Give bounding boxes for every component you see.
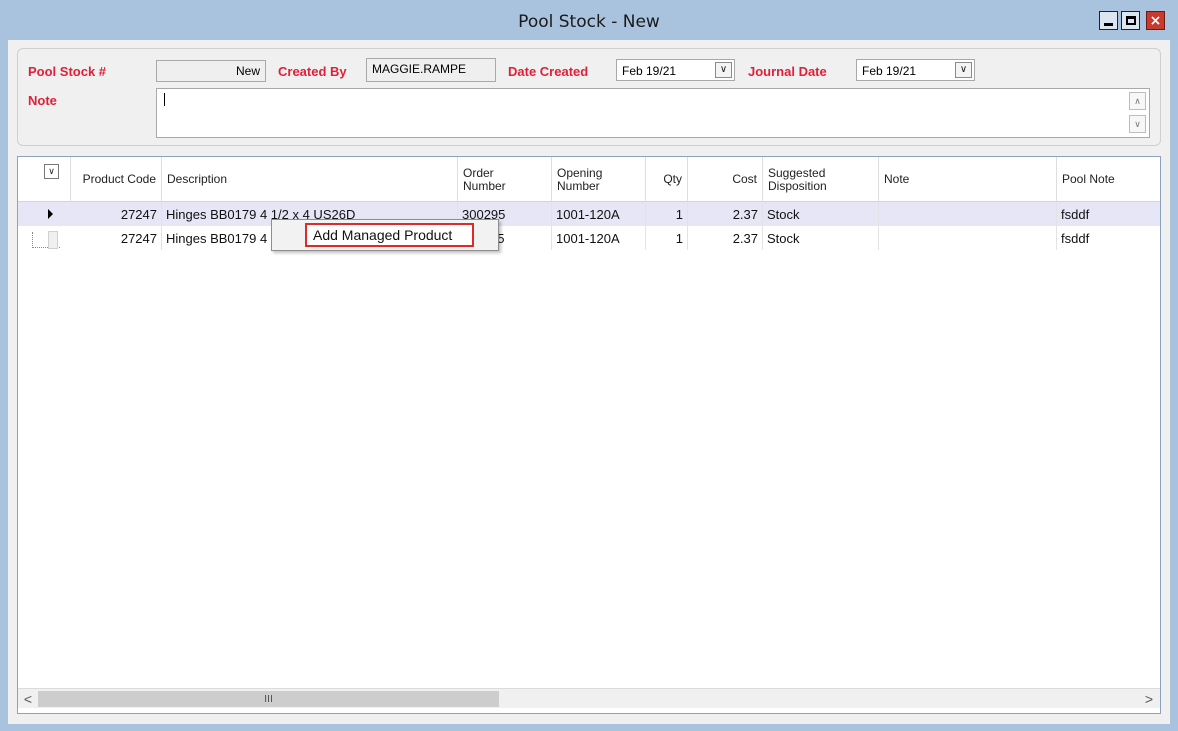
context-menu: Add Managed Product <box>271 219 499 251</box>
cell-product-code[interactable]: 27247 <box>71 202 162 226</box>
title-bar: Pool Stock - New × <box>0 0 1178 40</box>
journal-date-label: Journal Date <box>748 64 827 79</box>
column-header-cost[interactable]: Cost <box>688 157 763 202</box>
column-header-qty[interactable]: Qty <box>646 157 688 202</box>
date-created-label: Date Created <box>508 64 589 79</box>
column-header-text: Order <box>463 165 494 180</box>
cell-suggested-disposition[interactable]: Stock <box>763 202 879 226</box>
column-header-product-code[interactable]: Product Code <box>71 157 162 202</box>
note-label: Note <box>28 93 57 108</box>
cell-cost[interactable]: 2.37 <box>688 226 763 250</box>
pool-stock-number-field[interactable]: New <box>156 60 266 82</box>
add-managed-product-menu-item[interactable]: Add Managed Product <box>305 223 474 247</box>
window-client-area: Pool Stock # New Created By MAGGIE.RAMPE… <box>8 40 1170 724</box>
current-row-icon <box>48 209 53 219</box>
cell-qty[interactable]: 1 <box>646 226 688 250</box>
pool-stock-grid: ∨ Product Code Description Order Number … <box>17 156 1161 714</box>
cell-note[interactable] <box>879 226 1057 250</box>
column-chooser-icon[interactable]: ∨ <box>44 164 59 179</box>
grip-icon: III <box>264 693 273 705</box>
horizontal-scrollbar[interactable]: < III > <box>18 688 1160 708</box>
cell-pool-note[interactable]: fsddf <box>1057 202 1160 226</box>
scroll-down-icon[interactable]: ∨ <box>1129 115 1146 133</box>
header-panel: Pool Stock # New Created By MAGGIE.RAMPE… <box>17 48 1161 146</box>
column-header-suggested-disposition[interactable]: Suggested Disposition <box>763 157 879 202</box>
close-icon: × <box>1149 12 1162 29</box>
table-row[interactable]: 27247 Hinges BB0179 4 1/2 x 4 US26D 3002… <box>18 202 1160 226</box>
date-created-value: Feb 19/21 <box>622 64 677 78</box>
grid-header: ∨ Product Code Description Order Number … <box>18 157 1160 202</box>
window-title: Pool Stock - New <box>518 12 660 32</box>
journal-date-combo[interactable]: Feb 19/21 ∨ <box>856 59 975 81</box>
cell-opening-number[interactable]: 1001-120A <box>552 226 646 250</box>
close-button[interactable]: × <box>1146 11 1165 30</box>
journal-date-value: Feb 19/21 <box>862 64 917 78</box>
column-header-note[interactable]: Note <box>879 157 1057 202</box>
table-row[interactable]: 27247 Hinges BB0179 4 95 1001-120A 1 2.3… <box>18 226 1160 250</box>
note-textarea[interactable]: ∧ ∨ <box>156 88 1150 138</box>
pool-stock-number-label: Pool Stock # <box>28 64 107 79</box>
minimize-icon <box>1104 22 1113 26</box>
cell-pool-note[interactable]: fsddf <box>1057 226 1160 250</box>
column-header-order-number[interactable]: Order Number <box>458 157 552 202</box>
column-header-pool-note[interactable]: Pool Note <box>1057 157 1160 202</box>
cell-product-code[interactable]: 27247 <box>71 226 162 250</box>
maximize-icon <box>1125 16 1136 25</box>
column-header-text: Opening <box>557 165 603 180</box>
column-header-description[interactable]: Description <box>162 157 458 202</box>
date-created-combo[interactable]: Feb 19/21 ∨ <box>616 59 735 81</box>
row-selector <box>48 231 58 249</box>
cell-cost[interactable]: 2.37 <box>688 202 763 226</box>
scroll-thumb[interactable]: III <box>38 691 499 707</box>
column-header-text: Number <box>463 178 506 193</box>
maximize-button[interactable] <box>1121 11 1140 30</box>
created-by-field[interactable]: MAGGIE.RAMPE <box>366 58 496 82</box>
cell-note[interactable] <box>879 202 1057 226</box>
cell-suggested-disposition[interactable]: Stock <box>763 226 879 250</box>
row-header[interactable] <box>18 202 62 226</box>
cell-qty[interactable]: 1 <box>646 202 688 226</box>
column-header-text: Number <box>557 178 600 193</box>
created-by-label: Created By <box>278 64 347 79</box>
scroll-left-icon[interactable]: < <box>19 690 37 708</box>
column-header-opening-number[interactable]: Opening Number <box>552 157 646 202</box>
row-header[interactable] <box>18 226 62 250</box>
column-chooser-cell: ∨ <box>18 157 71 202</box>
scroll-up-icon[interactable]: ∧ <box>1129 92 1146 110</box>
chevron-down-icon[interactable]: ∨ <box>715 62 732 78</box>
column-header-text: Disposition <box>768 178 827 193</box>
minimize-button[interactable] <box>1099 11 1118 30</box>
column-header-text: Suggested <box>768 165 826 180</box>
chevron-down-icon[interactable]: ∨ <box>955 62 972 78</box>
text-caret <box>164 93 165 106</box>
scroll-right-icon[interactable]: > <box>1140 690 1158 708</box>
cell-opening-number[interactable]: 1001-120A <box>552 202 646 226</box>
